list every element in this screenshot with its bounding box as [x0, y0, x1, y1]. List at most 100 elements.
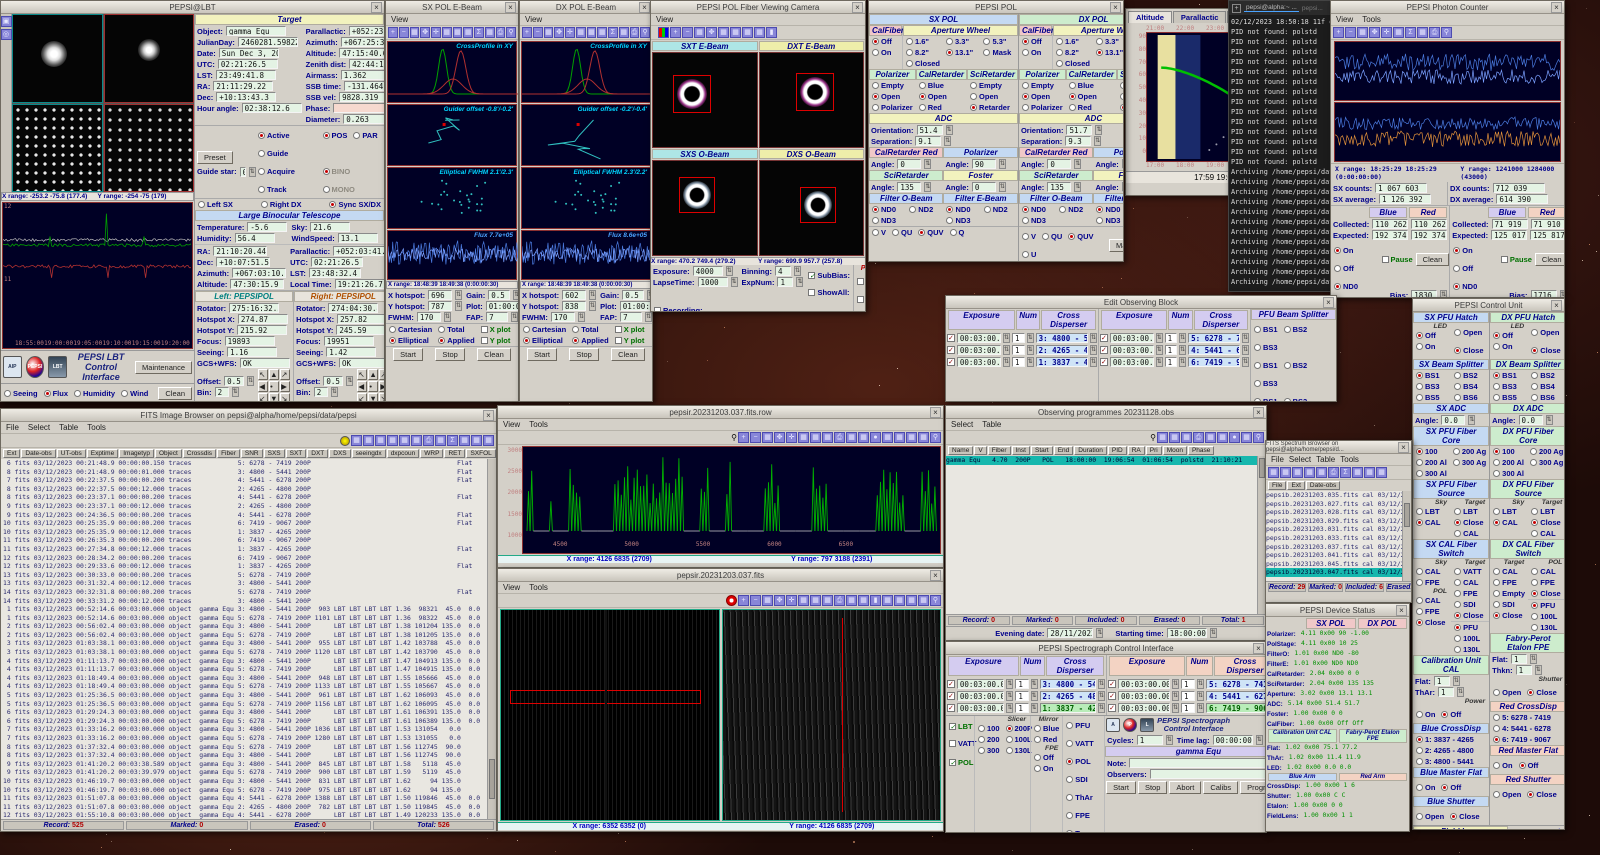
rotate-icon[interactable]: ▦	[453, 27, 463, 38]
start-button[interactable]: Start	[1106, 781, 1136, 794]
row-check-icon[interactable]: ✓	[947, 334, 955, 342]
field-value-bin[interactable]: 2	[314, 387, 328, 397]
pin-icon[interactable]: ⚲	[731, 433, 737, 442]
radio-elliptical[interactable]: Elliptical	[389, 336, 432, 345]
table-row[interactable]: 4 fits 03/12/2023 01:18:49.4 00:03:00.00…	[3, 674, 496, 683]
pepsipol-titlebar[interactable]: PEPSI POL×	[869, 1, 1123, 14]
field-value-utc[interactable]: 02:21:26.5	[311, 257, 363, 267]
filter-icon[interactable]: ▦	[1292, 467, 1303, 478]
photon-dx-clean-button[interactable]: Clean	[1535, 253, 1565, 266]
radio-on[interactable]: On	[1034, 764, 1059, 773]
pin-icon[interactable]: ⚲	[930, 432, 941, 443]
dxs-obeam-image[interactable]	[759, 160, 865, 256]
spinner-icon[interactable]: ⇅	[944, 136, 951, 146]
calibs-button[interactable]: Calibs	[1203, 781, 1238, 794]
nudge-up-left-icon[interactable]: ↖	[258, 369, 268, 380]
spinner-icon[interactable]: ⇅	[1210, 628, 1217, 638]
field-value-calfiber[interactable]: 1.00 0x00 Off Off	[1297, 719, 1365, 729]
pin-icon[interactable]: ⚲	[1150, 433, 1156, 442]
spinner-icon[interactable]: ⇅	[946, 125, 953, 135]
spinner-icon[interactable]: ⇅	[924, 182, 931, 192]
field-value-offset[interactable]: 0.5	[323, 376, 343, 386]
radio-200-ag[interactable]: 200 Ag	[1453, 447, 1486, 456]
table-row[interactable]: 4 fits 03/12/2023 01:11:13.7 00:03:00.00…	[3, 665, 496, 674]
field-value-polstage[interactable]: 4.11 0x00 10 25	[1299, 639, 1360, 649]
spinner-icon[interactable]: ⇅	[1074, 182, 1081, 192]
spinner-icon[interactable]: ⇅	[578, 312, 585, 322]
menu-table[interactable]: Table	[59, 423, 78, 432]
field-value-parallactic[interactable]: +052:03:41.2	[333, 246, 384, 256]
profile-icon[interactable]: ▦	[798, 595, 809, 606]
row-check-icon[interactable]: ✓	[1100, 346, 1108, 354]
print-icon[interactable]: ⎙	[834, 432, 845, 443]
table-row[interactable]: 5 fits 03/12/2023 01:25:36.5 00:03:00.00…	[3, 691, 496, 700]
radio-100[interactable]: 100	[978, 724, 1000, 733]
table-row[interactable]: 4 fits 03/12/2023 01:11:13.7 00:03:00.00…	[3, 657, 496, 666]
rotate-icon[interactable]: ▦	[810, 432, 821, 443]
right-icon[interactable]: ▦	[1376, 467, 1387, 478]
dxpol-titlebar[interactable]: DX POL E-Beam×	[520, 1, 652, 14]
pan-icon[interactable]: ✥	[1369, 27, 1380, 38]
column-header-wrp[interactable]: WRP	[420, 449, 443, 458]
spinner-icon[interactable]: ⇅	[1457, 687, 1464, 697]
table-row[interactable]: 8 fits 03/12/2023 00:22:37.5 00:00:12.00…	[3, 485, 496, 494]
table-row[interactable]: 10 fits 03/12/2023 01:46:19.7 00:03:00.0…	[3, 777, 496, 786]
radio-fpe[interactable]: FPE	[1531, 578, 1563, 587]
checkbox-pol[interactable]: ✓POL	[949, 758, 973, 767]
spinner-icon[interactable]: ⇅	[1530, 654, 1537, 664]
grid-icon[interactable]: ▦	[463, 27, 473, 38]
nudge-up-left-icon[interactable]: ↖	[357, 369, 367, 380]
radio-8-2[interactable]: 8.2"	[1056, 48, 1090, 57]
radio-off[interactable]: Off	[1334, 264, 1354, 273]
pin-icon[interactable]: ⚲	[640, 27, 650, 38]
field-value-expnum[interactable]: 1	[777, 277, 793, 287]
field-value-angle[interactable]: 135	[897, 182, 921, 192]
radio-cartesian[interactable]: Cartesian	[389, 325, 432, 334]
table-row[interactable]: 13 fits 03/12/2023 00:30:33.0 00:00:00.2…	[3, 571, 496, 580]
field-value-thar[interactable]: 1.02 0x00 11.4 11.9	[1287, 753, 1363, 763]
spinner-icon[interactable]: ⇅	[1095, 125, 1102, 135]
field-value-angle[interactable]: 135	[1047, 182, 1071, 192]
radio-quv[interactable]: QUV	[918, 228, 943, 237]
nudge-down-left-icon[interactable]: ↙	[258, 393, 268, 402]
deselect-icon[interactable]: ▦	[1169, 432, 1180, 443]
left-icon[interactable]: ▦	[471, 435, 482, 446]
print-icon[interactable]: ⎙	[1193, 432, 1204, 443]
field-value-angle[interactable]: 0	[1047, 159, 1071, 169]
zoom-in-icon[interactable]: +	[738, 595, 749, 606]
radio-3-3[interactable]: 3.3"	[946, 37, 977, 46]
radio-bs2[interactable]: BS2	[1284, 361, 1308, 370]
radio-100l[interactable]: 100L	[1531, 612, 1563, 621]
field-value-gcs-wfs[interactable]: OK	[339, 358, 384, 368]
radio-polarizer[interactable]: Polarizer	[872, 103, 913, 112]
menu-tools[interactable]: Tools	[529, 420, 548, 429]
orange-dot-icon[interactable]: ●	[870, 432, 881, 443]
checkbox-y-plot[interactable]: Y plot	[615, 336, 645, 345]
sum-icon[interactable]: Σ	[1340, 467, 1351, 478]
field-value-crossdisp[interactable]: 1.00 0x00 1 6	[1304, 781, 1357, 791]
field-value2-expected[interactable]: 192 374	[1411, 230, 1447, 240]
radio-8-2[interactable]: 8.2"	[906, 48, 940, 57]
print-icon[interactable]: ⎙	[1429, 27, 1440, 38]
select-icon[interactable]: ▦	[1157, 432, 1168, 443]
radio-traces[interactable]: Traces	[1066, 829, 1099, 833]
table-row[interactable]: 11 fits 03/12/2023 00:26:35.3 00:00:00.2…	[3, 536, 496, 545]
radio-polarizer[interactable]: Polarizer	[1022, 103, 1063, 112]
radio-bs2[interactable]: BS2	[1454, 371, 1486, 380]
pupil-image-dx-grid[interactable]	[104, 104, 195, 193]
radio-bs1[interactable]: BS1	[1416, 371, 1448, 380]
terminal-new-tab-icon[interactable]: +	[1232, 4, 1241, 13]
pepsilbt-titlebar[interactable]: PEPSI@LBT×	[1, 1, 384, 14]
nudge-down-right-icon[interactable]: ↘	[379, 393, 384, 402]
field-value-flat[interactable]: 1	[1511, 654, 1527, 664]
radio-open[interactable]: Open	[1531, 328, 1559, 337]
spinner-icon[interactable]: ⇅	[346, 376, 353, 386]
radio-closed[interactable]: Closed	[1056, 59, 1090, 68]
crosshair-icon[interactable]: ✛	[1381, 27, 1392, 38]
close-icon[interactable]: ×	[1398, 442, 1409, 453]
column-header-ext[interactable]: Ext	[1287, 481, 1304, 490]
field-value-flat[interactable]: 1	[1434, 676, 1450, 686]
columns-icon[interactable]: ▦	[1417, 27, 1428, 38]
field-value-observers[interactable]	[1150, 769, 1267, 779]
table-row[interactable]: pepsib.20231203.029.fits cal 03/12/2023 …	[1266, 517, 1411, 526]
